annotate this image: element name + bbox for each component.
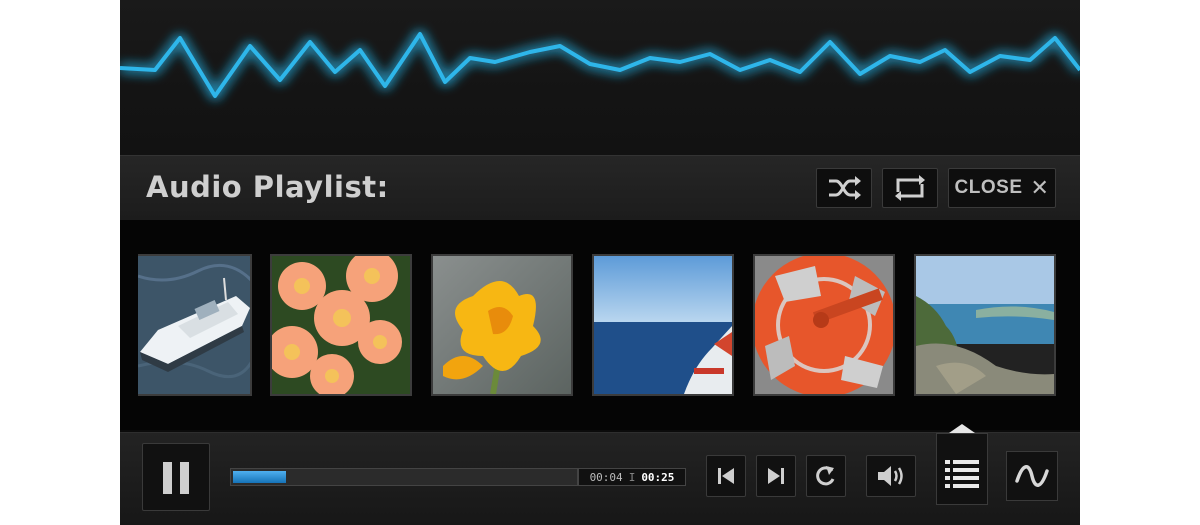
total-time: 00:25 bbox=[641, 470, 675, 484]
volume-icon bbox=[878, 466, 903, 486]
playlist-toggle-button[interactable] bbox=[936, 424, 988, 505]
time-display: 00:04 I 00:25 bbox=[578, 468, 686, 486]
playlist-tracks bbox=[120, 220, 1080, 430]
shuffle-icon bbox=[829, 176, 861, 200]
close-icon: ✕ bbox=[1030, 175, 1050, 200]
skip-forward-icon bbox=[768, 468, 784, 484]
current-time: 00:04 bbox=[589, 470, 623, 484]
time-separator: I bbox=[628, 470, 636, 484]
audio-player: Audio Playlist: CLOSE ✕ 00:04 I 00:25 bbox=[120, 0, 1080, 525]
playlist-title: Audio Playlist: bbox=[146, 170, 389, 204]
repeat-button[interactable] bbox=[882, 168, 938, 208]
visualizer-toggle-button[interactable] bbox=[1006, 451, 1058, 501]
track-thumbnail-coast[interactable] bbox=[914, 254, 1056, 396]
volume-button[interactable] bbox=[866, 455, 916, 497]
track-thumbnail-sea[interactable] bbox=[592, 254, 734, 396]
next-track-button[interactable] bbox=[756, 455, 796, 497]
skip-back-icon bbox=[718, 468, 734, 484]
waveform-icon bbox=[1015, 465, 1049, 487]
track-thumbnail-boat[interactable] bbox=[138, 254, 252, 396]
close-label: CLOSE bbox=[954, 177, 1023, 198]
playlist-icon bbox=[945, 460, 979, 488]
visualizer-area bbox=[120, 0, 1080, 156]
transport-controls: 00:04 I 00:25 bbox=[120, 424, 1080, 525]
close-button[interactable]: CLOSE ✕ bbox=[948, 168, 1056, 208]
waveform-visualizer bbox=[120, 32, 1080, 98]
reload-button[interactable] bbox=[806, 455, 846, 497]
pause-button[interactable] bbox=[142, 443, 210, 511]
track-thumbnail-yellow-flower[interactable] bbox=[431, 254, 573, 396]
repeat-icon bbox=[895, 175, 925, 201]
playlist-header: Audio Playlist: CLOSE ✕ bbox=[120, 155, 1080, 221]
track-thumbnail-daisies[interactable] bbox=[270, 254, 412, 396]
progress-bar[interactable] bbox=[230, 468, 578, 486]
reload-icon bbox=[816, 466, 835, 486]
track-thumbnail-reel[interactable] bbox=[753, 254, 895, 396]
shuffle-button[interactable] bbox=[816, 168, 872, 208]
progress-fill bbox=[233, 471, 287, 483]
expand-arrow-icon bbox=[949, 424, 975, 433]
previous-track-button[interactable] bbox=[706, 455, 746, 497]
